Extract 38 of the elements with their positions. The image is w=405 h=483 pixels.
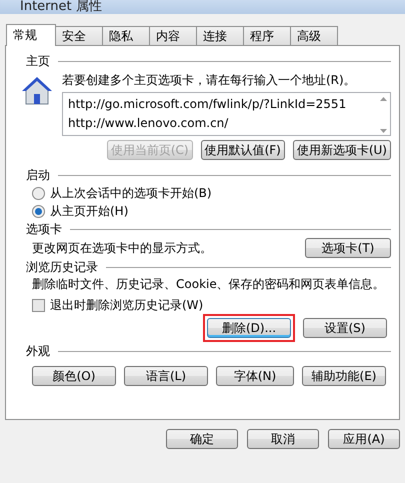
home-page-description: 若要创建多个主页选项卡，请在每行输入一个地址(R)。: [62, 72, 357, 88]
history-description: 删除临时文件、历史记录、Cookie、保存的密码和网页表单信息。: [32, 277, 385, 291]
radio-label: 从主页开始(H): [50, 202, 128, 220]
tab[interactable]: 安全: [55, 26, 103, 45]
tab[interactable]: 隐私: [102, 26, 150, 45]
section-heading: 启动: [26, 166, 50, 184]
dialog-button[interactable]: 取消: [247, 429, 319, 449]
checkbox[interactable]: [32, 298, 45, 312]
home-page-button[interactable]: 使用新选项卡(U): [292, 140, 391, 160]
checkbox-label: 退出时删除浏览历史记录(W): [50, 296, 204, 314]
tab[interactable]: 程序: [243, 26, 291, 45]
tab[interactable]: 连接: [196, 26, 244, 45]
dialog-button[interactable]: 确定: [166, 429, 238, 449]
appearance-button[interactable]: 字体(N): [216, 366, 294, 386]
tab[interactable]: 高级: [290, 26, 338, 45]
radio-button[interactable]: [32, 186, 45, 200]
section-heading: 浏览历史记录: [26, 258, 98, 276]
tab[interactable]: 内容: [149, 26, 197, 45]
appearance-button[interactable]: 辅助功能(E): [302, 366, 386, 386]
tabs-description: 更改网页在选项卡中的显示方式。: [32, 240, 212, 256]
dialog-button[interactable]: 应用(A): [328, 429, 400, 449]
section-heading: 外观: [26, 342, 50, 360]
section-heading: 主页: [26, 52, 50, 70]
tabs-button[interactable]: 选项卡(T): [305, 238, 391, 258]
home-page-urls-field[interactable]: http://go.microsoft.com/fwlink/p/?LinkId=2551 http://www.lenovo.com.cn/: [62, 92, 391, 136]
section-heading: 选项卡: [26, 220, 62, 238]
radio-label: 从上次会话中的选项卡开始(B): [50, 184, 212, 202]
history-button[interactable]: 删除(D)...: [207, 318, 291, 338]
url-line: http://go.microsoft.com/fwlink/p/?LinkId=2551: [68, 96, 348, 113]
tab[interactable]: 常规: [6, 24, 56, 46]
scroll-up-icon[interactable]: [380, 97, 386, 101]
scroll-down-icon[interactable]: [380, 129, 386, 133]
url-line: http://www.lenovo.com.cn/: [68, 115, 230, 132]
home-page-button[interactable]: 使用默认值(F): [200, 140, 285, 160]
appearance-button[interactable]: 颜色(O): [32, 366, 116, 386]
appearance-button[interactable]: 语言(L): [124, 366, 208, 386]
history-button[interactable]: 设置(S): [303, 318, 387, 338]
radio-button[interactable]: [32, 204, 45, 218]
